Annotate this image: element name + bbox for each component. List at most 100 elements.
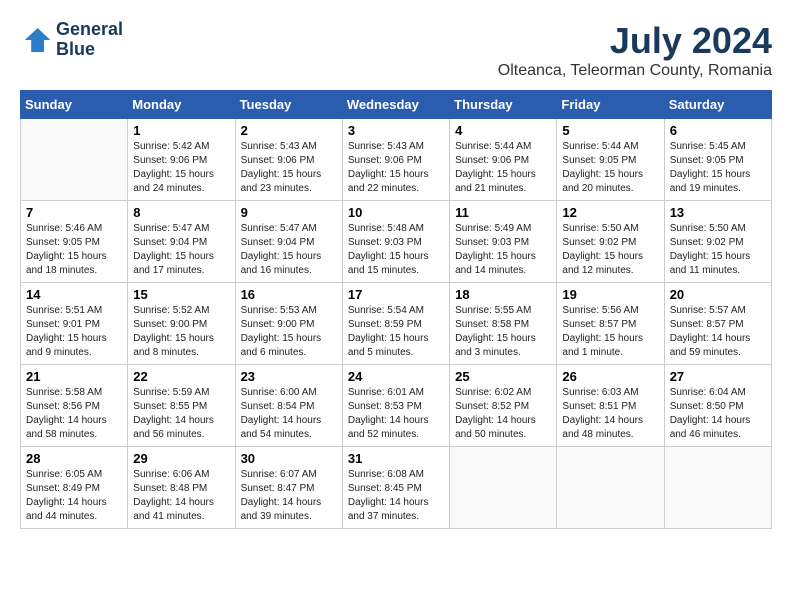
calendar-table: SundayMondayTuesdayWednesdayThursdayFrid…	[20, 90, 772, 529]
day-cell: 28 Sunrise: 6:05 AM Sunset: 8:49 PM Dayli…	[21, 447, 128, 529]
day-cell: 4 Sunrise: 5:44 AM Sunset: 9:06 PM Daylig…	[450, 119, 557, 201]
logo-text: General Blue	[56, 20, 123, 60]
day-number: 12	[562, 205, 658, 220]
day-cell: 26 Sunrise: 6:03 AM Sunset: 8:51 PM Dayli…	[557, 365, 664, 447]
day-info: Sunrise: 5:58 AM Sunset: 8:56 PM Dayligh…	[26, 386, 122, 442]
day-info: Sunrise: 5:47 AM Sunset: 9:04 PM Dayligh…	[241, 222, 337, 278]
day-info: Sunrise: 5:44 AM Sunset: 9:06 PM Dayligh…	[455, 140, 551, 196]
day-cell: 2 Sunrise: 5:43 AM Sunset: 9:06 PM Daylig…	[235, 119, 342, 201]
day-number: 2	[241, 123, 337, 138]
day-cell: 14 Sunrise: 5:51 AM Sunset: 9:01 PM Dayli…	[21, 283, 128, 365]
day-info: Sunrise: 5:49 AM Sunset: 9:03 PM Dayligh…	[455, 222, 551, 278]
day-number: 24	[348, 369, 444, 384]
day-number: 14	[26, 287, 122, 302]
weekday-header-row: SundayMondayTuesdayWednesdayThursdayFrid…	[21, 91, 772, 119]
day-number: 7	[26, 205, 122, 220]
week-row-1: 1 Sunrise: 5:42 AM Sunset: 9:06 PM Daylig…	[21, 119, 772, 201]
day-number: 10	[348, 205, 444, 220]
day-info: Sunrise: 5:47 AM Sunset: 9:04 PM Dayligh…	[133, 222, 229, 278]
day-info: Sunrise: 5:53 AM Sunset: 9:00 PM Dayligh…	[241, 304, 337, 360]
day-info: Sunrise: 5:55 AM Sunset: 8:58 PM Dayligh…	[455, 304, 551, 360]
weekday-header-sunday: Sunday	[21, 91, 128, 119]
day-cell: 24 Sunrise: 6:01 AM Sunset: 8:53 PM Dayli…	[342, 365, 449, 447]
day-info: Sunrise: 5:46 AM Sunset: 9:05 PM Dayligh…	[26, 222, 122, 278]
weekday-header-friday: Friday	[557, 91, 664, 119]
day-info: Sunrise: 6:01 AM Sunset: 8:53 PM Dayligh…	[348, 386, 444, 442]
day-number: 15	[133, 287, 229, 302]
day-info: Sunrise: 5:43 AM Sunset: 9:06 PM Dayligh…	[348, 140, 444, 196]
day-number: 4	[455, 123, 551, 138]
day-info: Sunrise: 6:07 AM Sunset: 8:47 PM Dayligh…	[241, 468, 337, 524]
day-info: Sunrise: 5:51 AM Sunset: 9:01 PM Dayligh…	[26, 304, 122, 360]
day-number: 1	[133, 123, 229, 138]
day-info: Sunrise: 6:03 AM Sunset: 8:51 PM Dayligh…	[562, 386, 658, 442]
week-row-3: 14 Sunrise: 5:51 AM Sunset: 9:01 PM Dayli…	[21, 283, 772, 365]
day-cell: 27 Sunrise: 6:04 AM Sunset: 8:50 PM Dayli…	[664, 365, 771, 447]
page-header: General Blue July 2024 Olteanca, Teleorm…	[20, 20, 772, 80]
day-number: 28	[26, 451, 122, 466]
location: Olteanca, Teleorman County, Romania	[498, 62, 772, 80]
week-row-5: 28 Sunrise: 6:05 AM Sunset: 8:49 PM Dayli…	[21, 447, 772, 529]
day-number: 17	[348, 287, 444, 302]
day-cell: 13 Sunrise: 5:50 AM Sunset: 9:02 PM Dayli…	[664, 201, 771, 283]
day-number: 20	[670, 287, 766, 302]
day-cell: 29Sunrise: 6:06 AM Sunset: 8:48 PM Dayli…	[128, 447, 235, 529]
day-cell: 19Sunrise: 5:56 AM Sunset: 8:57 PM Dayli…	[557, 283, 664, 365]
day-cell: 9 Sunrise: 5:47 AM Sunset: 9:04 PM Daylig…	[235, 201, 342, 283]
day-number: 29	[133, 451, 229, 466]
day-number: 8	[133, 205, 229, 220]
week-row-2: 7 Sunrise: 5:46 AM Sunset: 9:05 PM Daylig…	[21, 201, 772, 283]
day-number: 19	[562, 287, 658, 302]
day-info: Sunrise: 5:50 AM Sunset: 9:02 PM Dayligh…	[670, 222, 766, 278]
day-cell: 20Sunrise: 5:57 AM Sunset: 8:57 PM Dayli…	[664, 283, 771, 365]
day-cell: 12 Sunrise: 5:50 AM Sunset: 9:02 PM Dayli…	[557, 201, 664, 283]
day-cell: 8 Sunrise: 5:47 AM Sunset: 9:04 PM Daylig…	[128, 201, 235, 283]
day-number: 9	[241, 205, 337, 220]
day-cell: 1 Sunrise: 5:42 AM Sunset: 9:06 PM Daylig…	[128, 119, 235, 201]
day-number: 26	[562, 369, 658, 384]
day-info: Sunrise: 5:43 AM Sunset: 9:06 PM Dayligh…	[241, 140, 337, 196]
day-cell: 30Sunrise: 6:07 AM Sunset: 8:47 PM Dayli…	[235, 447, 342, 529]
day-info: Sunrise: 5:45 AM Sunset: 9:05 PM Dayligh…	[670, 140, 766, 196]
day-cell	[557, 447, 664, 529]
day-cell	[664, 447, 771, 529]
day-number: 13	[670, 205, 766, 220]
day-info: Sunrise: 6:02 AM Sunset: 8:52 PM Dayligh…	[455, 386, 551, 442]
day-cell: 7 Sunrise: 5:46 AM Sunset: 9:05 PM Daylig…	[21, 201, 128, 283]
day-info: Sunrise: 6:04 AM Sunset: 8:50 PM Dayligh…	[670, 386, 766, 442]
day-info: Sunrise: 6:08 AM Sunset: 8:45 PM Dayligh…	[348, 468, 444, 524]
day-info: Sunrise: 5:50 AM Sunset: 9:02 PM Dayligh…	[562, 222, 658, 278]
day-number: 25	[455, 369, 551, 384]
day-cell: 16 Sunrise: 5:53 AM Sunset: 9:00 PM Dayli…	[235, 283, 342, 365]
day-info: Sunrise: 5:48 AM Sunset: 9:03 PM Dayligh…	[348, 222, 444, 278]
day-number: 22	[133, 369, 229, 384]
day-info: Sunrise: 5:44 AM Sunset: 9:05 PM Dayligh…	[562, 140, 658, 196]
day-cell: 6 Sunrise: 5:45 AM Sunset: 9:05 PM Daylig…	[664, 119, 771, 201]
day-info: Sunrise: 6:00 AM Sunset: 8:54 PM Dayligh…	[241, 386, 337, 442]
weekday-header-saturday: Saturday	[664, 91, 771, 119]
day-cell: 18 Sunrise: 5:55 AM Sunset: 8:58 PM Dayli…	[450, 283, 557, 365]
day-info: Sunrise: 6:05 AM Sunset: 8:49 PM Dayligh…	[26, 468, 122, 524]
day-number: 5	[562, 123, 658, 138]
day-cell	[21, 119, 128, 201]
day-cell: 5 Sunrise: 5:44 AM Sunset: 9:05 PM Daylig…	[557, 119, 664, 201]
day-cell: 15 Sunrise: 5:52 AM Sunset: 9:00 PM Dayli…	[128, 283, 235, 365]
title-area: July 2024 Olteanca, Teleorman County, Ro…	[498, 20, 772, 80]
day-number: 16	[241, 287, 337, 302]
weekday-header-wednesday: Wednesday	[342, 91, 449, 119]
day-number: 27	[670, 369, 766, 384]
day-cell: 10 Sunrise: 5:48 AM Sunset: 9:03 PM Dayli…	[342, 201, 449, 283]
day-info: Sunrise: 5:59 AM Sunset: 8:55 PM Dayligh…	[133, 386, 229, 442]
logo: General Blue	[20, 20, 123, 60]
week-row-4: 21Sunrise: 5:58 AM Sunset: 8:56 PM Dayli…	[21, 365, 772, 447]
day-cell: 31 Sunrise: 6:08 AM Sunset: 8:45 PM Dayli…	[342, 447, 449, 529]
day-number: 18	[455, 287, 551, 302]
month-year: July 2024	[498, 20, 772, 62]
day-info: Sunrise: 5:42 AM Sunset: 9:06 PM Dayligh…	[133, 140, 229, 196]
day-number: 6	[670, 123, 766, 138]
day-info: Sunrise: 5:52 AM Sunset: 9:00 PM Dayligh…	[133, 304, 229, 360]
day-number: 31	[348, 451, 444, 466]
day-number: 11	[455, 205, 551, 220]
day-cell: 3Sunrise: 5:43 AM Sunset: 9:06 PM Daylig…	[342, 119, 449, 201]
day-cell: 23Sunrise: 6:00 AM Sunset: 8:54 PM Dayli…	[235, 365, 342, 447]
